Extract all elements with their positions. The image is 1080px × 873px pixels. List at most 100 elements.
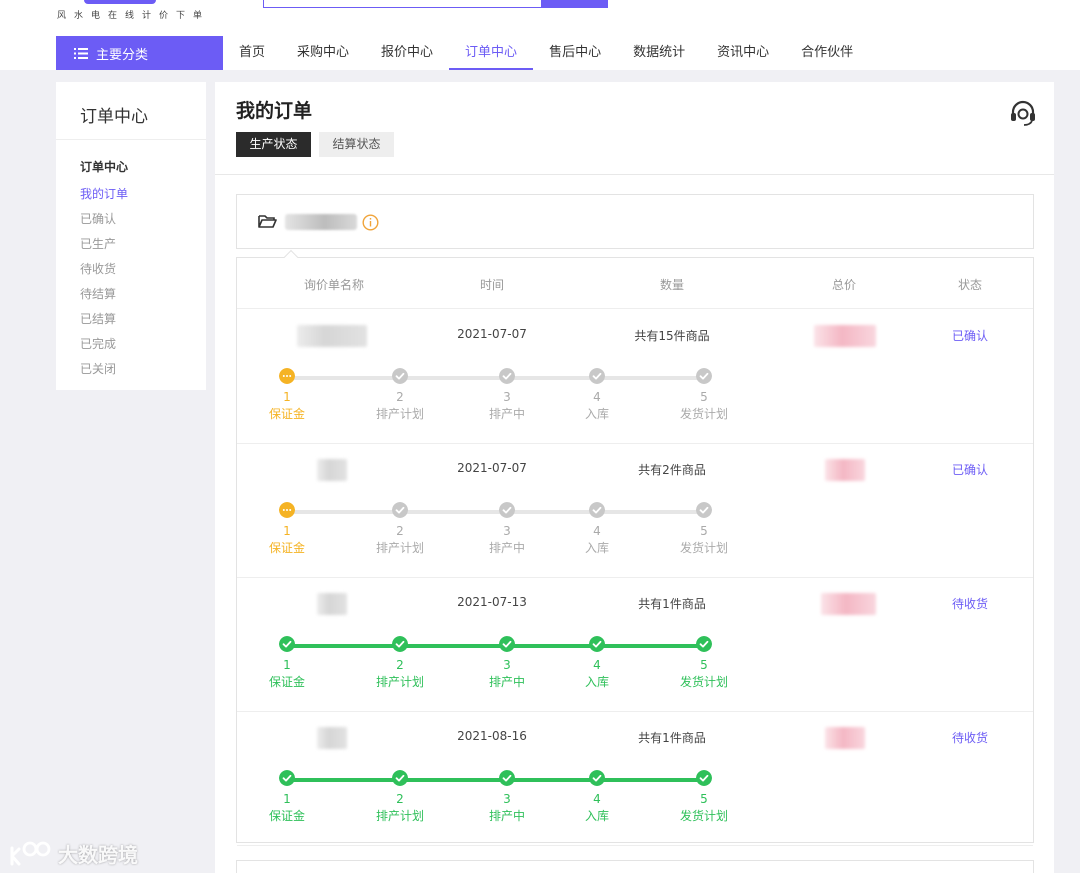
- nav-orders[interactable]: 订单中心: [449, 36, 534, 70]
- step-label: 排产计划: [375, 541, 424, 555]
- main-nav: 首页 采购中心 报价中心 订单中心 售后中心 数据统计 资讯中心 合作伙伴: [223, 36, 869, 70]
- supplier-card: [236, 194, 1034, 249]
- main-category-label: 主要分类: [96, 47, 149, 63]
- sidebar-item-awaiting-settlement[interactable]: 待结算: [80, 282, 206, 307]
- progress-step: 4 入库: [567, 502, 627, 555]
- progress-step: 5 发货计划: [674, 368, 734, 421]
- step-label: 排产中: [488, 407, 525, 421]
- step-number: 1: [283, 524, 291, 538]
- step-label: 发货计划: [679, 541, 728, 555]
- sidebar-item-my-orders[interactable]: 我的订单: [80, 182, 206, 207]
- order-status[interactable]: 已确认: [952, 327, 988, 344]
- main-category-button[interactable]: 主要分类: [56, 36, 223, 70]
- progress-steps: 1 保证金 2 排产计划 3 排产中 4 入库 5 发货计划: [269, 368, 728, 428]
- progress-step: 4 入库: [567, 636, 627, 689]
- col-inquiry-name: 询价单名称: [303, 278, 365, 292]
- step-label: 入库: [584, 675, 609, 689]
- logo[interactable]: [84, 0, 156, 4]
- order-date: 2021-07-07: [457, 461, 527, 475]
- sidebar-item-completed[interactable]: 已完成: [80, 332, 206, 357]
- step-label: 保证金: [268, 809, 305, 823]
- step-label: 排产计划: [375, 407, 424, 421]
- step-label: 排产计划: [375, 809, 424, 823]
- step-label: 保证金: [268, 407, 305, 421]
- order-quantity: 共有15件商品: [634, 329, 710, 343]
- menu-icon: [74, 47, 88, 59]
- step-number: 2: [396, 524, 404, 538]
- main-panel: 我的订单 生产状态 结算状态 询价单名称 时间 数量 总价 状态 2021-07…: [215, 82, 1054, 873]
- order-date: 2021-07-13: [457, 595, 527, 609]
- step-label: 发货计划: [679, 407, 728, 421]
- step-label: 保证金: [268, 541, 305, 555]
- order-status[interactable]: 已确认: [952, 461, 988, 478]
- order-quantity: 共有1件商品: [638, 731, 706, 745]
- supplier-name-redacted: [285, 214, 357, 230]
- progress-step: 1 保证金: [257, 770, 317, 823]
- step-number: 2: [396, 792, 404, 806]
- nav-quote[interactable]: 报价中心: [365, 36, 449, 70]
- nav-after-sales[interactable]: 售后中心: [533, 36, 617, 70]
- step-number: 2: [396, 390, 404, 404]
- step-number: 4: [593, 390, 601, 404]
- step-number: 3: [503, 792, 511, 806]
- site-slogan: 风水电在线计价下单: [57, 11, 211, 21]
- tab-settlement-status[interactable]: 结算状态: [319, 132, 394, 157]
- top-header: 风水电在线计价下单 主要分类 首页 采购中心 报价中心 订单中心 售后中心 数据…: [0, 0, 1080, 70]
- nav-purchase[interactable]: 采购中心: [281, 36, 365, 70]
- check-icon: [499, 502, 515, 518]
- order-date: 2021-08-16: [457, 729, 527, 743]
- sidebar: 订单中心 订单中心 我的订单 已确认 已生产 待收货 待结算 已结算 已完成 已…: [56, 82, 206, 390]
- table-row[interactable]: 2021-08-16 共有1件商品 待收货 1 保证金 2 排产计划 3 排产中 4 入库 5 发货计划: [237, 712, 1033, 846]
- search-button[interactable]: [541, 0, 608, 8]
- progress-step: 5 发货计划: [674, 636, 734, 689]
- nav-news[interactable]: 资讯中心: [701, 36, 785, 70]
- step-number: 3: [503, 658, 511, 672]
- order-status[interactable]: 待收货: [952, 729, 988, 746]
- nav-statistics[interactable]: 数据统计: [617, 36, 701, 70]
- step-number: 1: [283, 658, 291, 672]
- table-row[interactable]: 2021-07-13 共有1件商品 待收货 1 保证金 2 排产计划 3 排产中 4 入库 5 发货计划: [237, 578, 1033, 712]
- progress-step: 2 排产计划: [370, 502, 430, 555]
- sidebar-item-produced[interactable]: 已生产: [80, 232, 206, 257]
- check-icon: [499, 368, 515, 384]
- table-row[interactable]: 2021-07-07 共有2件商品 已确认 1 保证金 2 排产计划 3 排产中 4 入库 5 发货计划: [237, 444, 1033, 578]
- step-label: 排产中: [488, 541, 525, 555]
- watermark-text: 大数跨境: [58, 842, 138, 867]
- info-icon[interactable]: [362, 214, 379, 231]
- sidebar-item-confirmed[interactable]: 已确认: [80, 207, 206, 232]
- dots-icon: [279, 502, 295, 518]
- step-label: 发货计划: [679, 675, 728, 689]
- table-header: 询价单名称 时间 数量 总价 状态: [237, 258, 1033, 309]
- tab-production-status[interactable]: 生产状态: [236, 132, 311, 157]
- progress-step: 1 保证金: [257, 502, 317, 555]
- sidebar-item-awaiting-receipt[interactable]: 待收货: [80, 257, 206, 282]
- step-number: 3: [503, 524, 511, 538]
- nav-home[interactable]: 首页: [223, 36, 281, 70]
- check-icon: [696, 368, 712, 384]
- step-label: 排产计划: [375, 675, 424, 689]
- step-number: 3: [503, 390, 511, 404]
- col-quantity: 数量: [659, 278, 685, 292]
- step-label: 排产中: [488, 675, 525, 689]
- check-icon: [589, 636, 605, 652]
- check-icon: [392, 636, 408, 652]
- progress-step: 1 保证金: [257, 636, 317, 689]
- progress-step: 2 排产计划: [370, 368, 430, 421]
- check-icon: [499, 770, 515, 786]
- step-number: 4: [593, 658, 601, 672]
- step-number: 4: [593, 524, 601, 538]
- sidebar-item-settled[interactable]: 已结算: [80, 307, 206, 332]
- check-icon: [279, 636, 295, 652]
- progress-step: 5 发货计划: [674, 502, 734, 555]
- table-row[interactable]: 2021-07-07 共有15件商品 已确认 1 保证金 2 排产计划 3 排产中 4 入库 5 发货计…: [237, 310, 1033, 444]
- nav-partners[interactable]: 合作伙伴: [785, 36, 869, 70]
- step-number: 5: [700, 792, 708, 806]
- inquiry-name-redacted: [297, 325, 367, 347]
- progress-step: 4 入库: [567, 770, 627, 823]
- order-status[interactable]: 待收货: [952, 595, 988, 612]
- step-number: 4: [593, 792, 601, 806]
- headset-icon[interactable]: [1008, 98, 1038, 128]
- progress-step: 2 排产计划: [370, 636, 430, 689]
- step-label: 入库: [584, 809, 609, 823]
- sidebar-item-closed[interactable]: 已关闭: [80, 357, 206, 382]
